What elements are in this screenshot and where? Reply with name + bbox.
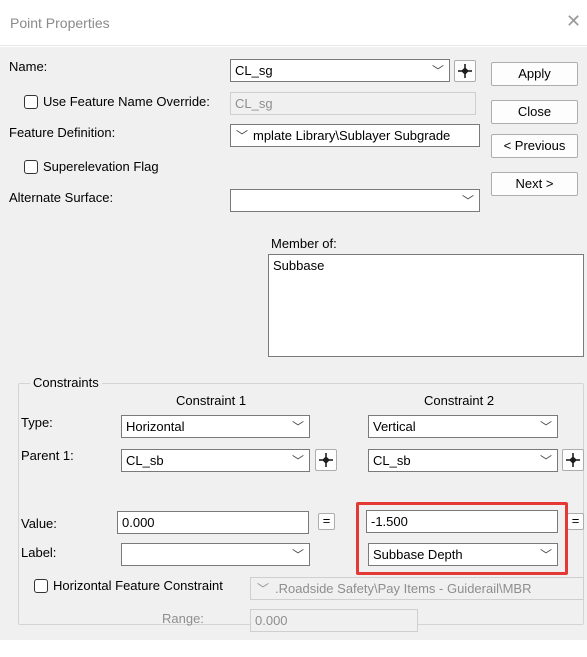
crosshair-pick-icon	[458, 64, 472, 78]
constraint1-type-value: Horizontal	[126, 419, 185, 434]
value-label: Value:	[21, 516, 57, 531]
superelevation-checkbox[interactable]	[24, 160, 38, 174]
constraint2-header: Constraint 2	[424, 393, 495, 408]
window-bottom-edge	[0, 640, 587, 657]
name-pick-button[interactable]	[454, 60, 476, 82]
close-window-icon[interactable]: ✕	[566, 11, 581, 32]
constraint1-header: Constraint 1	[176, 393, 247, 408]
constraint2-type-combo[interactable]: Vertical ﹀	[368, 415, 558, 438]
chevron-down-icon: ﹀	[257, 582, 270, 596]
superelevation-label: Superelevation Flag	[43, 159, 159, 174]
constraint2-parent1-combo[interactable]: CL_sb ﹀	[368, 449, 558, 472]
feature-name-override-label: Use Feature Name Override:	[43, 94, 210, 109]
name-value: CL_sg	[235, 63, 273, 78]
chevron-down-icon: ﹀	[291, 548, 304, 562]
constraint2-equation-button[interactable]: =	[567, 513, 584, 530]
label-label: Label:	[21, 545, 57, 560]
close-button[interactable]: Close	[491, 100, 578, 124]
feature-name-override-field: CL_sg	[230, 92, 476, 115]
name-combo[interactable]: CL_sg ﹀	[230, 59, 450, 82]
chevron-down-icon: ﹀	[539, 454, 552, 468]
apply-button[interactable]: Apply	[491, 62, 578, 86]
horizontal-feature-constraint-value: .Roadside Safety\Pay Items - Guiderail\M…	[275, 581, 532, 596]
horizontal-feature-constraint-checkbox[interactable]	[34, 579, 48, 593]
constraint2-pick-button[interactable]	[562, 449, 584, 471]
title-bar: Point Properties ✕	[0, 0, 587, 46]
constraint2-type-value: Vertical	[373, 419, 416, 434]
window-title: Point Properties	[10, 15, 110, 31]
type-label: Type:	[21, 415, 53, 430]
previous-button[interactable]: < Previous	[491, 134, 578, 158]
feature-definition-combo[interactable]: ﹀ mplate Library\Sublayer Subgrade	[230, 124, 480, 147]
chevron-down-icon: ﹀	[431, 64, 444, 78]
horizontal-feature-constraint-label: Horizontal Feature Constraint	[53, 578, 223, 593]
constraint1-label-combo[interactable]: ﹀	[121, 543, 310, 566]
crosshair-pick-icon	[319, 453, 333, 467]
feature-definition-label: Feature Definition:	[9, 125, 116, 140]
constraint1-value: 0.000	[122, 515, 155, 530]
highlight-box	[356, 502, 568, 575]
constraints-group-title: Constraints	[30, 375, 102, 390]
chevron-down-icon: ﹀	[291, 420, 304, 434]
member-of-label: Member of:	[271, 236, 337, 251]
list-item[interactable]: Subbase	[273, 258, 579, 273]
constraint1-parent1-value: CL_sb	[126, 453, 164, 468]
feature-definition-value: mplate Library\Sublayer Subgrade	[253, 128, 451, 143]
member-of-list[interactable]: Subbase	[268, 254, 584, 357]
chevron-down-icon: ﹀	[461, 194, 474, 208]
constraint1-pick-button[interactable]	[315, 449, 337, 471]
next-button[interactable]: Next >	[491, 172, 578, 196]
constraint1-parent1-combo[interactable]: CL_sb ﹀	[121, 449, 310, 472]
constraint1-value-field[interactable]: 0.000	[117, 511, 309, 534]
horizontal-feature-constraint-combo: ﹀ .Roadside Safety\Pay Items - Guiderail…	[250, 577, 584, 600]
chevron-down-icon: ﹀	[236, 129, 249, 143]
constraint1-type-combo[interactable]: Horizontal ﹀	[121, 415, 310, 438]
range-field: 0.000	[250, 609, 418, 632]
chevron-down-icon: ﹀	[539, 420, 552, 434]
feature-name-override-checkbox[interactable]	[24, 95, 38, 109]
range-value: 0.000	[255, 613, 288, 628]
feature-name-override-value: CL_sg	[235, 96, 273, 111]
chevron-down-icon: ﹀	[291, 454, 304, 468]
alternate-surface-combo[interactable]: ﹀	[230, 189, 480, 212]
alternate-surface-label: Alternate Surface:	[9, 190, 114, 205]
constraint2-parent1-value: CL_sb	[373, 453, 411, 468]
name-label: Name:	[9, 59, 48, 74]
constraint1-equation-button[interactable]: =	[318, 513, 335, 530]
range-label: Range:	[162, 611, 204, 626]
crosshair-pick-icon	[566, 453, 580, 467]
parent1-label: Parent 1:	[21, 448, 74, 463]
